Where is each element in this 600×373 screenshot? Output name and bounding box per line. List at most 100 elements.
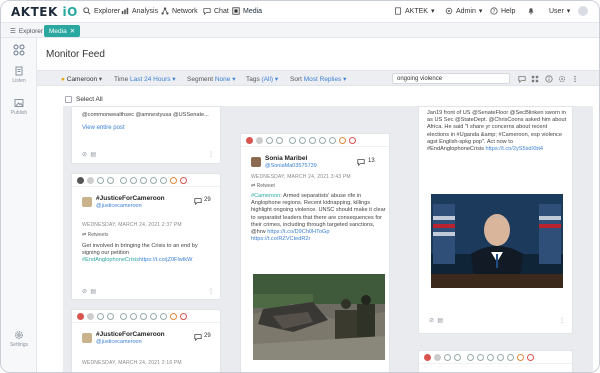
view-entire-post-link[interactable]: View entire post — [82, 125, 125, 131]
emoji-icon[interactable] — [180, 177, 187, 184]
tag-icon[interactable] — [454, 354, 461, 361]
emoji-icon[interactable] — [150, 313, 157, 320]
emoji-icon[interactable] — [160, 177, 167, 184]
info-icon[interactable] — [545, 75, 553, 83]
emoji-icon[interactable] — [140, 177, 147, 184]
copy-icon[interactable] — [97, 177, 104, 184]
reaction-dot[interactable] — [246, 137, 253, 144]
comment-icon[interactable] — [518, 75, 526, 83]
emoji-icon[interactable] — [130, 313, 137, 320]
post-card[interactable]: #JusticeForCameroon @justicecameroon 29 … — [71, 173, 221, 300]
post-card[interactable] — [418, 350, 573, 372]
emoji-icon[interactable] — [170, 313, 177, 320]
reaction-dot[interactable] — [424, 354, 431, 361]
tag-icon[interactable] — [276, 137, 283, 144]
emoji-icon[interactable] — [527, 354, 534, 361]
emoji-icon[interactable] — [120, 177, 127, 184]
time-filter[interactable]: Time Last 24 Hours ▾ — [114, 75, 176, 83]
more-icon[interactable]: ⋮ — [208, 151, 214, 158]
author-handle[interactable]: @SoniaMa03575739 — [265, 163, 317, 169]
sidebar-item-publish[interactable]: Publish — [1, 98, 37, 116]
copy-icon[interactable] — [266, 137, 273, 144]
more-icon[interactable]: ⋮ — [208, 288, 214, 295]
reaction-dot[interactable] — [87, 313, 94, 320]
notifications-button[interactable] — [527, 7, 535, 15]
tag-icon[interactable] — [107, 177, 114, 184]
emoji-icon[interactable] — [299, 137, 306, 144]
keyword-filter[interactable]: ● Cameroon ▾ — [61, 75, 102, 83]
nav-chat[interactable]: Chat — [203, 7, 229, 15]
emoji-icon[interactable] — [170, 177, 177, 184]
nav-network[interactable]: Network — [161, 7, 198, 15]
tab-media[interactable]: Media ✕ — [44, 25, 81, 37]
url-link[interactable]: https://t.co/RZVCtedR2r — [251, 236, 310, 242]
url-link[interactable]: https://t.co/jZ0FlwIkW — [139, 257, 192, 263]
org-switcher[interactable]: AKTEK ▾ — [394, 7, 434, 15]
emoji-icon[interactable] — [477, 354, 484, 361]
reaction-dot[interactable] — [77, 313, 84, 320]
brand-logo[interactable]: AKTEK iO — [11, 5, 78, 19]
admin-menu[interactable]: Admin ▾ — [445, 7, 482, 15]
post-card[interactable]: #JusticeForCameroon @justicecameroon 29 … — [71, 309, 221, 372]
sidebar-item-hub[interactable] — [1, 44, 37, 58]
reaction-dot[interactable] — [87, 177, 94, 184]
avatar[interactable] — [82, 333, 92, 343]
help-link[interactable]: ? Help — [490, 7, 515, 15]
emoji-icon[interactable] — [309, 137, 316, 144]
nav-media[interactable]: Media — [232, 7, 262, 15]
list-icon[interactable]: ▤ — [90, 152, 96, 158]
author-handle[interactable]: @justicecameroon — [96, 203, 142, 209]
emoji-icon[interactable] — [467, 354, 474, 361]
emoji-icon[interactable] — [130, 177, 137, 184]
emoji-icon[interactable] — [319, 137, 326, 144]
avatar[interactable] — [578, 6, 588, 16]
grid-icon[interactable] — [531, 75, 539, 83]
search-input[interactable]: ongoing violence — [392, 73, 510, 84]
settings-icon[interactable] — [558, 75, 566, 83]
tab-explorer[interactable]: ☰ Explorer — [5, 25, 48, 37]
list-icon[interactable]: ▤ — [437, 318, 443, 324]
url-link[interactable]: https://t.co/D9Ch0HToGp — [267, 229, 329, 235]
avatar[interactable] — [251, 157, 261, 167]
emoji-icon[interactable] — [120, 313, 127, 320]
author-name[interactable]: Sonia Maribel — [265, 155, 307, 162]
list-icon[interactable]: ▤ — [90, 289, 96, 295]
nav-explorer[interactable]: Explorer — [83, 7, 120, 15]
post-card[interactable]: Jan19 front of US @SenateFloor @SecBlink… — [418, 106, 573, 334]
segment-filter[interactable]: Segment None ▾ — [187, 75, 235, 83]
emoji-icon[interactable] — [329, 137, 336, 144]
link-icon[interactable]: ⊘ — [82, 289, 87, 295]
tag-icon[interactable] — [107, 313, 114, 320]
select-all-checkbox[interactable] — [65, 96, 72, 103]
emoji-icon[interactable] — [339, 137, 346, 144]
author-name[interactable]: #JusticeForCameroon — [96, 195, 165, 202]
nav-analysis[interactable]: Analysis — [121, 7, 158, 15]
emoji-icon[interactable] — [140, 313, 147, 320]
more-icon[interactable] — [571, 75, 579, 83]
emoji-icon[interactable] — [487, 354, 494, 361]
reaction-dot[interactable] — [77, 177, 84, 184]
sidebar-item-listen[interactable]: Listen — [1, 66, 37, 84]
copy-icon[interactable] — [444, 354, 451, 361]
more-icon[interactable]: ⋮ — [559, 317, 565, 324]
hashtag-link[interactable]: #Cameroon — [251, 193, 280, 199]
reaction-dot[interactable] — [256, 137, 263, 144]
tags-filter[interactable]: Tags (All) ▾ — [246, 75, 278, 83]
post-card[interactable]: @commonwealthsec @amnestyusa @USSenate..… — [71, 106, 221, 164]
emoji-icon[interactable] — [517, 354, 524, 361]
author-name[interactable]: #JusticeForCameroon — [96, 331, 165, 338]
author-handle[interactable]: @justicecameroon — [96, 339, 142, 345]
user-menu[interactable]: User ▾ — [549, 7, 570, 16]
link-icon[interactable]: ⊘ — [429, 318, 434, 324]
emoji-icon[interactable] — [289, 137, 296, 144]
post-image[interactable] — [253, 274, 385, 360]
url-link[interactable]: https://t.co/2yS5sdXbt4 — [485, 146, 543, 152]
select-all[interactable]: Select All — [65, 96, 103, 103]
close-icon[interactable]: ✕ — [70, 27, 75, 35]
emoji-icon[interactable] — [150, 177, 157, 184]
link-icon[interactable]: ⊘ — [82, 152, 87, 158]
copy-icon[interactable] — [97, 313, 104, 320]
reaction-dot[interactable] — [434, 354, 441, 361]
emoji-icon[interactable] — [497, 354, 504, 361]
sort-filter[interactable]: Sort Most Replies ▾ — [290, 75, 346, 83]
